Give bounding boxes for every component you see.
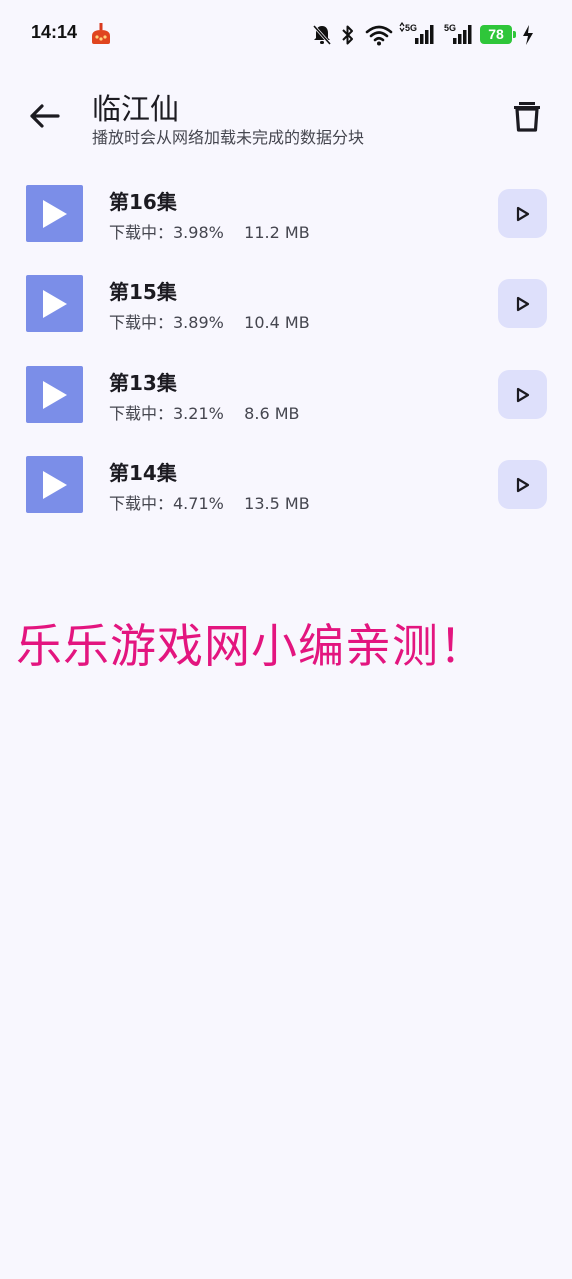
video-thumbnail bbox=[26, 366, 83, 423]
mute-bell-icon bbox=[312, 25, 332, 45]
page-title: 临江仙 bbox=[92, 92, 180, 126]
download-status: 下载中：3.98% 11.2 MB bbox=[109, 223, 310, 242]
play-icon bbox=[516, 477, 529, 492]
status-time: 14:14 bbox=[31, 22, 78, 42]
trash-icon bbox=[514, 102, 540, 132]
notification-app-icon bbox=[92, 23, 110, 44]
episode-title: 第15集 bbox=[109, 280, 177, 304]
episode-title: 第13集 bbox=[109, 371, 177, 395]
signal-5g-icon: 5G bbox=[444, 23, 472, 44]
play-button[interactable] bbox=[498, 189, 547, 238]
play-button[interactable] bbox=[498, 279, 547, 328]
play-button[interactable] bbox=[498, 460, 547, 509]
list-item[interactable]: 第14集 下载中：4.71% 13.5 MB bbox=[0, 449, 572, 519]
video-thumbnail bbox=[26, 185, 83, 242]
wifi-icon bbox=[365, 25, 393, 46]
charging-icon bbox=[523, 25, 533, 45]
play-icon bbox=[516, 296, 529, 311]
svg-text:5G: 5G bbox=[405, 23, 417, 33]
signal-5g-icon: 5G bbox=[399, 22, 434, 44]
play-button[interactable] bbox=[498, 370, 547, 419]
play-icon bbox=[43, 381, 67, 409]
play-icon bbox=[43, 290, 67, 318]
back-button[interactable] bbox=[24, 98, 66, 134]
download-status: 下载中：4.71% 13.5 MB bbox=[109, 494, 310, 513]
play-icon bbox=[43, 200, 67, 228]
delete-button[interactable] bbox=[508, 97, 546, 135]
download-status: 下载中：3.21% 8.6 MB bbox=[109, 404, 300, 423]
list-item[interactable]: 第13集 下载中：3.21% 8.6 MB bbox=[0, 359, 572, 429]
list-item[interactable]: 第15集 下载中：3.89% 10.4 MB bbox=[0, 268, 572, 338]
video-thumbnail bbox=[26, 456, 83, 513]
episode-title: 第14集 bbox=[109, 461, 177, 485]
arrow-left-icon bbox=[30, 104, 60, 128]
download-status: 下载中：3.89% 10.4 MB bbox=[109, 313, 310, 332]
battery-icon: 78 bbox=[480, 25, 516, 44]
list-item[interactable]: 第16集 下载中：3.98% 11.2 MB bbox=[0, 178, 572, 248]
episode-title: 第16集 bbox=[109, 190, 177, 214]
status-bar: 14:14 5G 5G 78 bbox=[0, 0, 572, 68]
play-icon bbox=[43, 471, 67, 499]
watermark-text: 乐乐游戏网小编亲测！ bbox=[16, 619, 486, 673]
svg-text:5G: 5G bbox=[444, 23, 456, 33]
bluetooth-icon bbox=[342, 25, 353, 45]
play-icon bbox=[516, 387, 529, 402]
page-subtitle: 播放时会从网络加载未完成的数据分块 bbox=[92, 128, 365, 147]
video-thumbnail bbox=[26, 275, 83, 332]
play-icon bbox=[516, 206, 529, 221]
